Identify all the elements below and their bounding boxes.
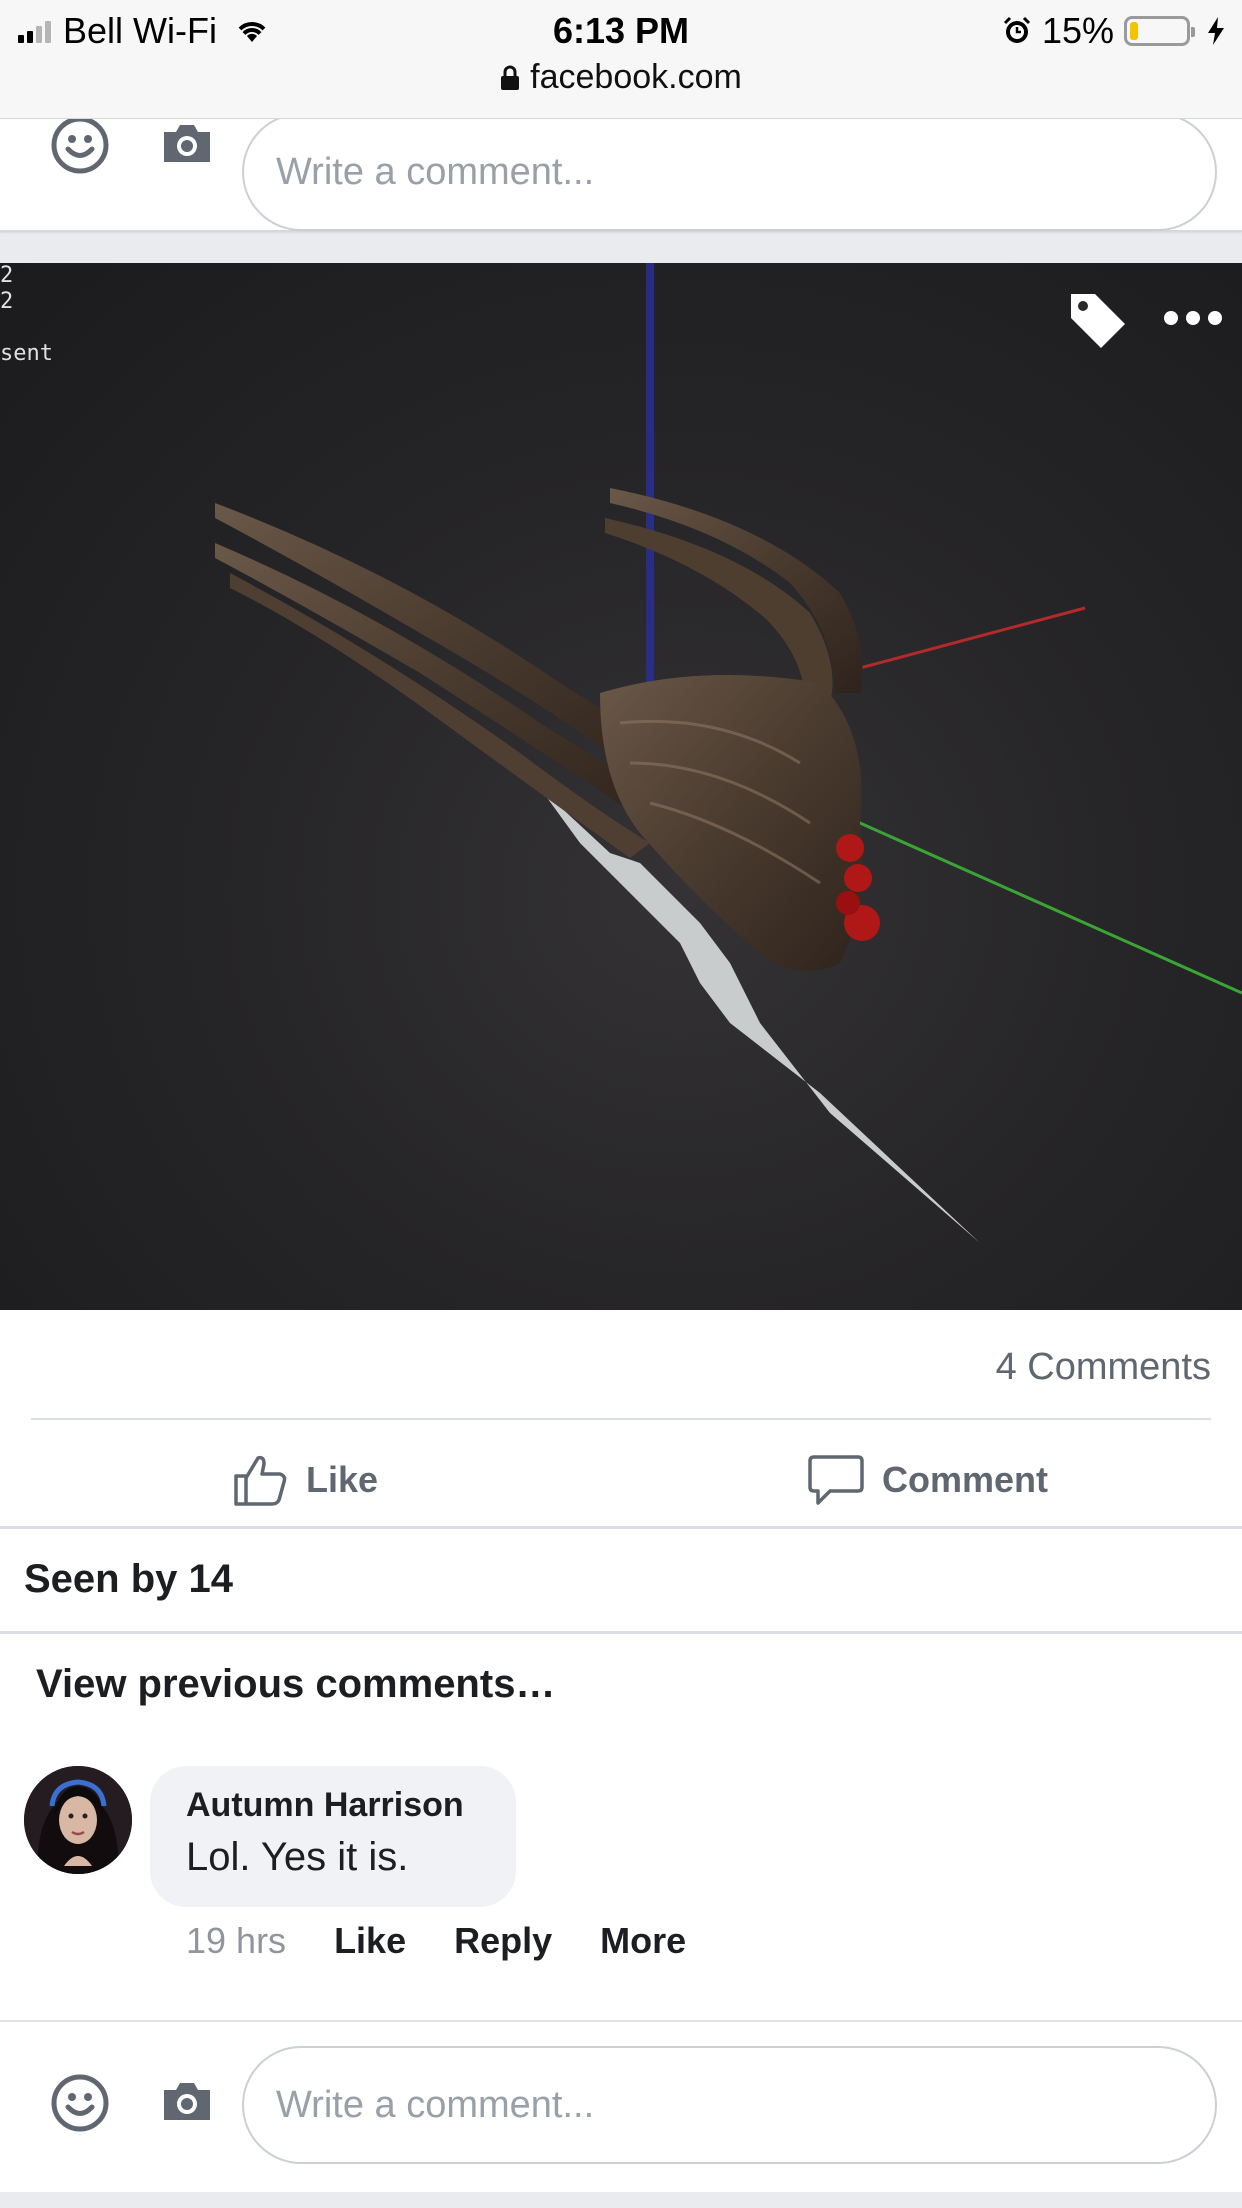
page-background bbox=[0, 2192, 1242, 2208]
charging-icon bbox=[1208, 17, 1224, 45]
thumbs-up-icon bbox=[234, 1455, 287, 1506]
seen-by[interactable]: Seen by 14 bbox=[24, 1557, 233, 1602]
comment-label: Comment bbox=[882, 1459, 1049, 1500]
ellipsis-icon[interactable] bbox=[1158, 293, 1228, 343]
emoji-icon[interactable] bbox=[50, 2073, 110, 2133]
comment-time[interactable]: 19 hrs bbox=[186, 1920, 286, 1962]
alarm-icon bbox=[1003, 16, 1030, 43]
post-footer: 4 Comments Like Comment Seen by 14 View … bbox=[0, 1310, 1242, 2072]
top-comment-composer bbox=[0, 113, 1242, 232]
battery-fill bbox=[1130, 22, 1139, 40]
lock-icon bbox=[501, 65, 520, 90]
3d-model-render bbox=[215, 263, 1242, 1243]
divider bbox=[0, 1631, 1242, 1634]
battery-percent: 15% bbox=[1041, 10, 1114, 51]
comment-author[interactable]: Autumn Harrison bbox=[186, 1786, 480, 1825]
divider bbox=[31, 1418, 1211, 1420]
bottom-comment-composer bbox=[0, 2022, 1242, 2192]
like-button[interactable]: Like bbox=[232, 1440, 378, 1520]
like-label: Like bbox=[306, 1459, 379, 1500]
comment-input-bottom[interactable] bbox=[242, 2046, 1217, 2164]
post-photo[interactable]: 2 2 sent bbox=[0, 263, 1242, 1310]
comment-button[interactable]: Comment bbox=[808, 1440, 1048, 1520]
status-right: 15% bbox=[1002, 10, 1226, 52]
camera-icon[interactable] bbox=[157, 113, 217, 173]
emoji-icon[interactable] bbox=[50, 115, 110, 175]
divider bbox=[0, 1526, 1242, 1529]
status-bar: Bell Wi-Fi 6:13 PM 15% facebook.com bbox=[0, 0, 1242, 119]
comments-count[interactable]: 4 Comments bbox=[996, 1346, 1211, 1389]
comment-bubble[interactable]: Autumn Harrison Lol. Yes it is. bbox=[150, 1766, 516, 1907]
address-bar[interactable]: facebook.com bbox=[0, 58, 1242, 97]
comment-reply-link[interactable]: Reply bbox=[454, 1920, 552, 1962]
view-previous-comments-link[interactable]: View previous comments… bbox=[36, 1662, 555, 1707]
comment-text: Lol. Yes it is. bbox=[186, 1835, 409, 1879]
comment-input-top[interactable] bbox=[242, 113, 1217, 231]
battery-icon bbox=[1124, 16, 1195, 46]
comment-more-link[interactable]: More bbox=[600, 1920, 686, 1962]
camera-icon[interactable] bbox=[157, 2071, 217, 2131]
speech-bubble-icon bbox=[808, 1455, 864, 1505]
comment-meta: 19 hrs Like Reply More bbox=[186, 1920, 686, 1962]
comment-like-link[interactable]: Like bbox=[334, 1920, 406, 1962]
avatar[interactable] bbox=[24, 1766, 132, 1874]
url-text: facebook.com bbox=[530, 58, 742, 96]
tag-icon[interactable] bbox=[1062, 285, 1132, 355]
